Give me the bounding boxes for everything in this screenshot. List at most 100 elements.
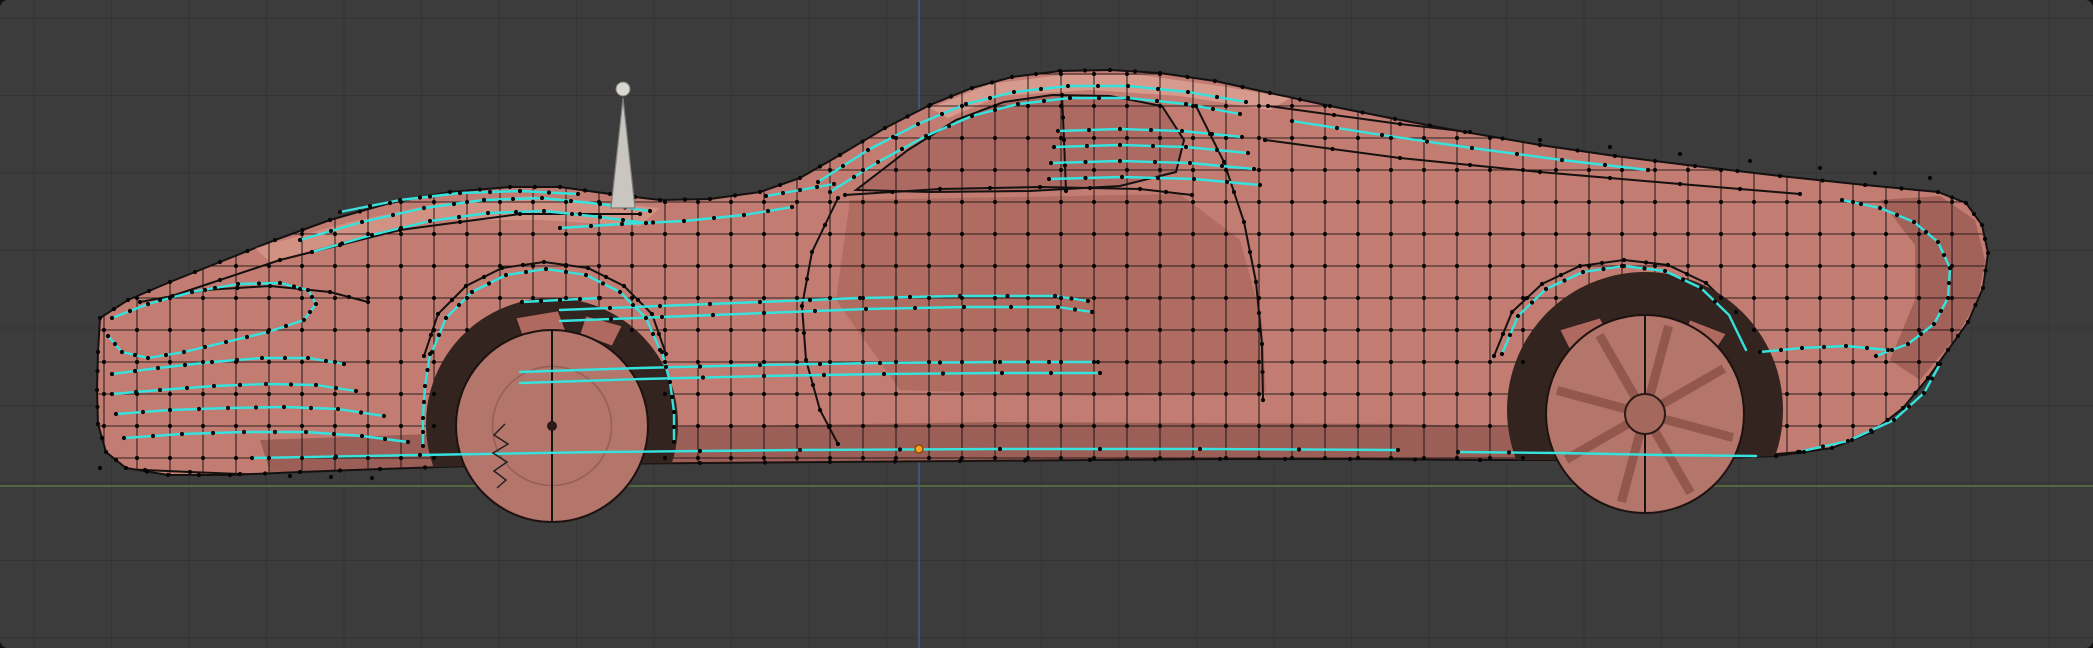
vertex[interactable] (1751, 327, 1757, 333)
vertex[interactable] (1751, 263, 1757, 269)
vertex[interactable] (235, 281, 241, 287)
vertex[interactable] (167, 455, 173, 461)
vertex[interactable] (1155, 86, 1161, 92)
vertex[interactable] (757, 189, 763, 195)
vertex[interactable] (1507, 332, 1513, 338)
vertex[interactable] (1347, 456, 1353, 462)
vertex[interactable] (563, 231, 569, 237)
vertex[interactable] (1223, 423, 1229, 429)
vertex[interactable] (1190, 455, 1196, 461)
vertex[interactable] (1058, 167, 1064, 173)
vertex[interactable] (1355, 263, 1361, 269)
vertex[interactable] (1125, 95, 1131, 101)
vertex[interactable] (863, 306, 869, 312)
vertex[interactable] (1607, 144, 1613, 150)
vertex[interactable] (111, 306, 117, 312)
vertex[interactable] (959, 391, 965, 397)
vertex[interactable] (1025, 135, 1031, 141)
vertex[interactable] (1698, 285, 1704, 291)
vertex[interactable] (431, 199, 437, 205)
vertex[interactable] (1046, 359, 1052, 365)
vertex[interactable] (959, 231, 965, 237)
vertex[interactable] (217, 277, 223, 283)
vertex[interactable] (810, 382, 816, 388)
vertex[interactable] (789, 204, 795, 210)
vertex[interactable] (1388, 199, 1394, 205)
vertex[interactable] (1499, 351, 1505, 357)
vertex[interactable] (1063, 188, 1069, 194)
vertex[interactable] (1256, 310, 1262, 316)
vertex[interactable] (513, 209, 519, 215)
vertex[interactable] (1052, 293, 1058, 299)
vertex[interactable] (1797, 191, 1803, 197)
vertex[interactable] (1421, 199, 1427, 205)
vertex[interactable] (431, 327, 437, 333)
vertex[interactable] (877, 360, 883, 366)
vertex[interactable] (728, 455, 734, 461)
vertex[interactable] (1190, 135, 1196, 141)
vertex[interactable] (969, 113, 975, 119)
vertex[interactable] (582, 188, 588, 193)
vertex[interactable] (1586, 167, 1592, 173)
vertex[interactable] (600, 281, 606, 286)
vertex[interactable] (926, 263, 932, 269)
vertex[interactable] (1289, 135, 1295, 141)
vertex[interactable] (305, 355, 311, 361)
vertex[interactable] (992, 231, 998, 237)
vertex[interactable] (803, 357, 809, 363)
vertex[interactable] (1392, 116, 1398, 122)
vertex[interactable] (449, 297, 455, 303)
vertex[interactable] (557, 225, 563, 231)
vertex[interactable] (629, 231, 635, 237)
vertex[interactable] (427, 194, 433, 199)
vertex[interactable] (1562, 278, 1567, 283)
vertex[interactable] (299, 391, 305, 397)
vertex[interactable] (1119, 174, 1125, 180)
vertex[interactable] (327, 289, 333, 295)
vertex[interactable] (1817, 165, 1823, 171)
vertex[interactable] (1355, 423, 1361, 429)
vertex[interactable] (101, 359, 107, 365)
vertex[interactable] (132, 352, 138, 358)
vertex[interactable] (959, 263, 965, 269)
vertex[interactable] (217, 259, 223, 265)
vertex[interactable] (865, 147, 871, 153)
vertex[interactable] (1334, 125, 1340, 131)
vertex[interactable] (992, 107, 998, 113)
vertex[interactable] (827, 459, 833, 465)
vertex[interactable] (157, 297, 163, 303)
vertex[interactable] (1509, 309, 1515, 315)
vertex[interactable] (125, 297, 131, 303)
vertex[interactable] (1124, 231, 1130, 237)
vertex[interactable] (1973, 302, 1978, 308)
vertex[interactable] (1388, 327, 1394, 333)
vertex[interactable] (1152, 159, 1158, 165)
vertex[interactable] (346, 294, 352, 300)
vertex[interactable] (1091, 135, 1097, 141)
vertex[interactable] (1237, 111, 1243, 117)
vertex[interactable] (520, 262, 526, 268)
vertex[interactable] (667, 379, 673, 385)
vertex[interactable] (297, 237, 303, 243)
vertex[interactable] (1193, 103, 1199, 109)
vertex[interactable] (1157, 423, 1163, 429)
vertex[interactable] (1124, 295, 1130, 301)
vertex[interactable] (332, 327, 338, 333)
vertex[interactable] (167, 279, 173, 285)
vertex[interactable] (1916, 199, 1922, 205)
vertex[interactable] (1515, 313, 1521, 319)
vertex[interactable] (209, 359, 215, 365)
vertex[interactable] (926, 391, 932, 397)
vertex[interactable] (1467, 162, 1473, 168)
vertex[interactable] (307, 309, 313, 315)
vertex[interactable] (1058, 295, 1064, 301)
vertex[interactable] (682, 197, 688, 202)
vertex[interactable] (777, 182, 783, 188)
vertex[interactable] (1891, 417, 1897, 423)
vertex[interactable] (297, 286, 303, 292)
vertex[interactable] (427, 218, 433, 224)
vertex[interactable] (1607, 175, 1613, 181)
vertex[interactable] (826, 424, 832, 430)
vertex[interactable] (963, 101, 969, 107)
vertex[interactable] (405, 439, 411, 445)
